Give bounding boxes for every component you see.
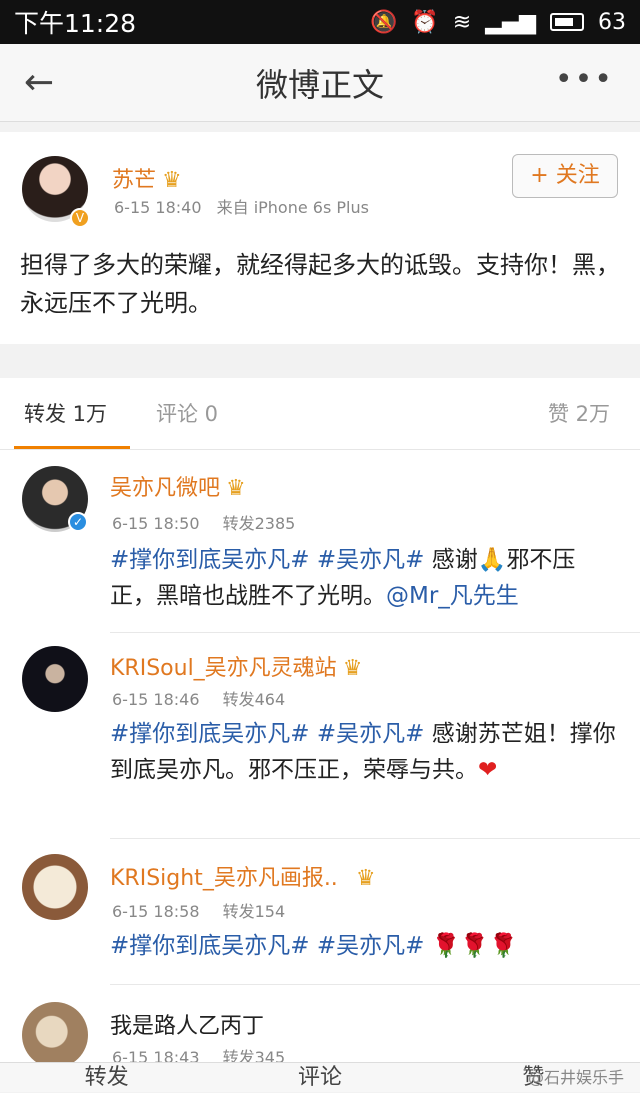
- follow-button[interactable]: + 关注: [512, 154, 618, 198]
- rose-icon: 🌹🌹🌹: [431, 933, 518, 959]
- crown-icon: ♛: [355, 866, 376, 891]
- divider: [110, 984, 640, 985]
- page-title: 微博正文: [255, 65, 384, 104]
- repost-time: 6-15 18:46: [112, 690, 200, 709]
- tab-repost[interactable]: 转发 1万: [24, 398, 107, 428]
- post-meta: 6-15 18:40 来自 iPhone 6s Plus: [114, 194, 369, 218]
- list-item-name[interactable]: 我是路人乙丙丁: [110, 1008, 264, 1040]
- repost-list: ✓ 吴亦凡微吧 ♛ 6-15 18:50 转发2385 #撑你到底吴亦凡# #吴亦…: [0, 450, 640, 1070]
- mute-icon: 🔕: [369, 9, 398, 35]
- comment-action-button[interactable]: 评论: [213, 1063, 426, 1092]
- battery-level: 63: [598, 9, 626, 35]
- repost-action-button[interactable]: 转发: [0, 1063, 213, 1092]
- interaction-tabs: 转发 1万 评论 0 赞 2万: [0, 378, 640, 450]
- divider: [110, 632, 640, 633]
- list-item-name[interactable]: KRISoul_吴亦凡灵魂站 ♛: [110, 650, 362, 682]
- repost-text: #撑你到底吴亦凡# #吴亦凡# 感谢🙏邪不压正，黑暗也战胜不了光明。@Mr_凡先…: [110, 547, 576, 609]
- watermark: @石井娱乐手: [527, 1068, 624, 1087]
- verified-badge-icon: V: [70, 208, 90, 228]
- repost-author: 吴亦凡微吧: [110, 476, 221, 501]
- signal-icon: ▂▄▆: [485, 9, 536, 35]
- avatar[interactable]: [22, 1002, 88, 1068]
- repost-author: 我是路人乙丙丁: [110, 1014, 265, 1039]
- post-time: 6-15 18:40: [114, 198, 202, 217]
- divider: [110, 838, 640, 839]
- author-name-text: 苏芒: [112, 168, 157, 193]
- repost-text: #撑你到底吴亦凡# #吴亦凡# 感谢苏芒姐！撑你到底吴亦凡。邪不压正，荣辱与共。…: [110, 721, 616, 783]
- verified-badge-icon: ✓: [68, 512, 88, 532]
- crown-icon: ♛: [162, 168, 182, 193]
- list-item-meta: 6-15 18:46 转发464: [112, 686, 285, 710]
- tag-link[interactable]: #撑你到底吴亦凡#: [110, 721, 310, 747]
- post-source: 来自 iPhone 6s Plus: [216, 198, 369, 217]
- repost-count: 转发2385: [222, 514, 296, 533]
- wifi-icon: ≋: [452, 9, 472, 35]
- author-name[interactable]: 苏芒 ♛: [112, 162, 182, 194]
- repost-count: 转发464: [222, 690, 286, 709]
- status-bar: 下午11:28 🔕 ⏰ ≋ ▂▄▆ 63: [0, 0, 640, 44]
- tag-link[interactable]: #吴亦凡#: [317, 933, 425, 959]
- back-arrow-icon[interactable]: ←: [24, 62, 54, 103]
- tag-link[interactable]: #吴亦凡#: [317, 547, 425, 573]
- mention-link[interactable]: @Mr_凡先生: [386, 583, 519, 609]
- battery-icon: [550, 13, 584, 31]
- avatar[interactable]: [22, 854, 88, 920]
- repost-text: #撑你到底吴亦凡# #吴亦凡# 🌹🌹🌹: [110, 928, 620, 964]
- list-item-name[interactable]: 吴亦凡微吧 ♛: [110, 470, 246, 502]
- alarm-icon: ⏰: [411, 9, 439, 35]
- repost-count: 转发154: [222, 902, 286, 921]
- list-item-meta: 6-15 18:58 转发154: [112, 898, 285, 922]
- list-item-name[interactable]: KRISight_吴亦凡画报.. ♛: [110, 860, 376, 892]
- more-icon[interactable]: •••: [555, 62, 614, 97]
- tab-comment[interactable]: 评论 0: [156, 398, 218, 428]
- status-time: 下午11:28: [14, 9, 137, 38]
- crown-icon: ♛: [342, 656, 363, 681]
- tag-link[interactable]: #撑你到底吴亦凡#: [110, 547, 310, 573]
- repost-author: KRISight_吴亦凡画报..: [110, 866, 338, 891]
- heart-icon: ❤: [478, 757, 498, 783]
- repost-time: 6-15 18:50: [112, 514, 200, 533]
- tab-like[interactable]: 赞 2万: [548, 398, 610, 428]
- weibo-post: V 苏芒 ♛ 6-15 18:40 来自 iPhone 6s Plus + 关注 …: [0, 132, 640, 344]
- repost-time: 6-15 18:58: [112, 902, 200, 921]
- tag-link[interactable]: #撑你到底吴亦凡#: [110, 933, 310, 959]
- tab-underline: [14, 446, 130, 449]
- crown-icon: ♛: [226, 476, 246, 501]
- tag-link[interactable]: #吴亦凡#: [317, 721, 425, 747]
- post-content: 担得了多大的荣耀，就经得起多大的诋毁。支持你！黑，永远压不了光明。: [20, 251, 620, 317]
- nav-bar: ← 微博正文 •••: [0, 44, 640, 122]
- list-item-meta: 6-15 18:50 转发2385: [112, 510, 295, 534]
- repost-author: KRISoul_吴亦凡灵魂站: [110, 656, 337, 681]
- status-icons: 🔕 ⏰ ≋ ▂▄▆ 63: [370, 10, 626, 35]
- avatar[interactable]: [22, 646, 88, 712]
